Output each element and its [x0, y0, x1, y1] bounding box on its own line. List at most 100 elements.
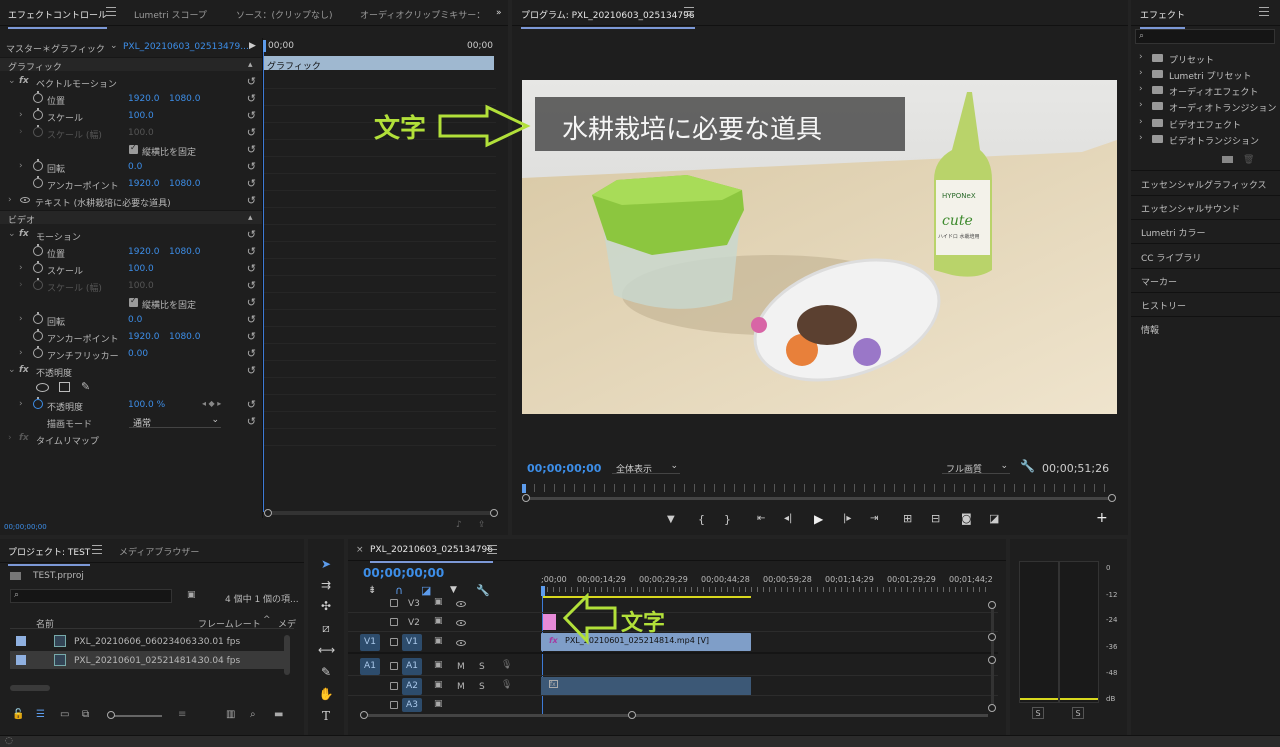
program-viewer[interactable]: HYPONeX cute ハイドロ 水栽培用 水耕栽培に必要な道具	[522, 80, 1117, 414]
add-button-icon[interactable]: +	[1096, 510, 1108, 526]
mark-out-icon[interactable]: }	[724, 513, 731, 526]
play-icon[interactable]: ▶	[249, 41, 256, 51]
ec-scroll-handle-left[interactable]	[264, 509, 272, 517]
reset-icon[interactable]: ↺	[247, 296, 256, 309]
type-tool-icon[interactable]: T	[318, 708, 334, 724]
vscroll-handle[interactable]	[988, 704, 996, 712]
panel-history[interactable]: ヒストリー	[1141, 299, 1186, 312]
tab-effect-controls[interactable]: エフェクトコントロール	[8, 8, 108, 29]
tab-lumetri-scopes[interactable]: Lumetri スコープ	[134, 8, 207, 21]
ec-bottom-timecode[interactable]: 00;00;00;00	[4, 523, 47, 531]
blend-mode-dropdown[interactable]: 通常 ⌄	[129, 415, 221, 429]
eye-icon[interactable]	[456, 620, 466, 626]
twirl-icon[interactable]: ›	[8, 195, 12, 205]
col-more[interactable]: メデ	[278, 617, 296, 630]
ellipse-mask-icon[interactable]	[36, 383, 49, 392]
status-icon[interactable]: ◌	[5, 736, 13, 746]
vscroll-handle[interactable]	[988, 656, 996, 664]
step-back-icon[interactable]: ◂|	[784, 513, 792, 524]
lock-icon[interactable]	[390, 618, 398, 626]
collapse-icon[interactable]: ▴	[248, 60, 253, 70]
reset-icon[interactable]: ↺	[247, 313, 256, 326]
stopwatch-icon[interactable]	[33, 261, 43, 273]
reset-icon[interactable]: ↺	[247, 347, 256, 360]
reset-icon[interactable]: ↺	[247, 398, 256, 411]
overflow-icon[interactable]: »	[496, 8, 502, 18]
add-marker-icon[interactable]: ▼	[667, 514, 675, 525]
add-marker-icon[interactable]: ▼	[450, 585, 457, 595]
lock-icon[interactable]	[390, 599, 398, 607]
panel-essential-sound[interactable]: エッセンシャルサウンド	[1141, 202, 1240, 215]
twirl-icon[interactable]: ›	[19, 314, 23, 324]
source-v1[interactable]: V1	[360, 634, 380, 651]
lock-icon[interactable]	[390, 662, 398, 670]
title-overlay-box[interactable]: 水耕栽培に必要な道具	[535, 97, 905, 151]
tab-effects[interactable]: エフェクト	[1140, 8, 1186, 29]
stopwatch-icon[interactable]	[33, 91, 43, 103]
col-fps[interactable]: フレームレート	[198, 617, 261, 630]
target-v1[interactable]: V1	[402, 634, 422, 651]
ec-scroll-track[interactable]	[266, 511, 496, 515]
twirl-icon[interactable]: ⌄	[8, 365, 16, 375]
panel-menu-icon[interactable]	[106, 7, 116, 16]
panel-info[interactable]: 情報	[1141, 323, 1159, 336]
effects-tree-item-4[interactable]: › ビデオエフェクト	[1139, 117, 1274, 131]
go-to-in-icon[interactable]: ⇤	[757, 513, 765, 524]
panel-markers[interactable]: マーカー	[1141, 275, 1177, 288]
rectangle-mask-icon[interactable]	[59, 382, 70, 392]
trash-icon[interactable]: 🗑	[1243, 155, 1254, 165]
reset-icon[interactable]: ↺	[247, 228, 256, 241]
collapse-icon[interactable]: ▴	[248, 213, 253, 223]
tab-audio-clip-mixer[interactable]: オーディオクリップミキサー：	[360, 8, 485, 21]
ec-scroll-handle-right[interactable]	[490, 509, 498, 517]
automate-icon[interactable]: ▥	[226, 709, 235, 720]
panel-essential-graphics[interactable]: エッセンシャルグラフィックス	[1141, 178, 1267, 191]
audio-clip-a2[interactable]: fx	[541, 677, 751, 695]
hand-tool-icon[interactable]: ✋	[318, 686, 334, 702]
mark-in-icon[interactable]: {	[698, 513, 705, 526]
new-bin-icon[interactable]: ▬	[274, 709, 283, 720]
row-motion[interactable]: ⌄ fx モーション ↺	[0, 226, 262, 243]
lock-icon[interactable]	[390, 701, 398, 709]
tab-project[interactable]: プロジェクト: TEST	[8, 545, 91, 566]
razor-tool-icon[interactable]: ⧄	[318, 620, 334, 636]
uniform-scale-checkbox[interactable]	[129, 296, 138, 307]
reset-icon[interactable]: ↺	[247, 330, 256, 343]
panel-menu-icon[interactable]	[1259, 7, 1269, 16]
stopwatch-icon[interactable]	[33, 159, 43, 171]
track-select-tool-icon[interactable]: ⇉	[318, 577, 334, 593]
tab-program[interactable]: プログラム: PXL_20210603_025134796	[521, 8, 695, 29]
film-icon[interactable]: ▣	[434, 699, 443, 709]
solo-right-button[interactable]: S	[1072, 707, 1084, 719]
keyframe-nav-icon[interactable]: ◂ ◆ ▸	[202, 399, 221, 408]
graphic-clip-bar[interactable]: グラフィック	[264, 56, 494, 72]
effects-tree-item-5[interactable]: › ビデオトランジション	[1139, 133, 1274, 147]
microphone-icon[interactable]: 🎙	[501, 680, 512, 690]
selection-tool-icon[interactable]: ➤	[318, 556, 334, 572]
panel-cc-libraries[interactable]: CC ライブラリ	[1141, 251, 1201, 264]
timeline-scroll-track[interactable]	[368, 714, 988, 717]
reset-icon[interactable]: ↺	[247, 194, 256, 207]
ripple-edit-tool-icon[interactable]: ✣	[318, 598, 334, 614]
label-swatch[interactable]	[16, 655, 26, 665]
go-to-out-icon[interactable]: ⇥	[870, 513, 878, 524]
label-swatch[interactable]	[16, 636, 26, 646]
film-icon[interactable]: ▣	[434, 680, 443, 690]
mute-button[interactable]: M	[457, 682, 465, 692]
compare-icon[interactable]: ◪	[989, 512, 999, 525]
twirl-icon[interactable]: ›	[8, 433, 12, 443]
extract-icon[interactable]: ⊟	[931, 512, 940, 525]
sort-icon[interactable]: ^	[263, 615, 271, 625]
reset-icon[interactable]: ↺	[247, 75, 256, 88]
lock-icon[interactable]: 🔓	[12, 709, 24, 720]
row-opacity-group[interactable]: ⌄ fx 不透明度 ↺	[0, 362, 262, 379]
lift-icon[interactable]: ⊞	[903, 512, 912, 525]
reset-icon[interactable]: ↺	[247, 92, 256, 105]
twirl-icon[interactable]: ⌄	[8, 229, 16, 239]
row-time-remap[interactable]: › fx タイムリマップ	[0, 430, 262, 447]
reset-icon[interactable]: ↺	[247, 126, 256, 139]
reset-icon[interactable]: ↺	[247, 143, 256, 156]
graphic-clip-v2[interactable]	[543, 614, 556, 630]
vscroll-handle[interactable]	[988, 633, 996, 641]
stopwatch-icon[interactable]	[33, 108, 43, 120]
